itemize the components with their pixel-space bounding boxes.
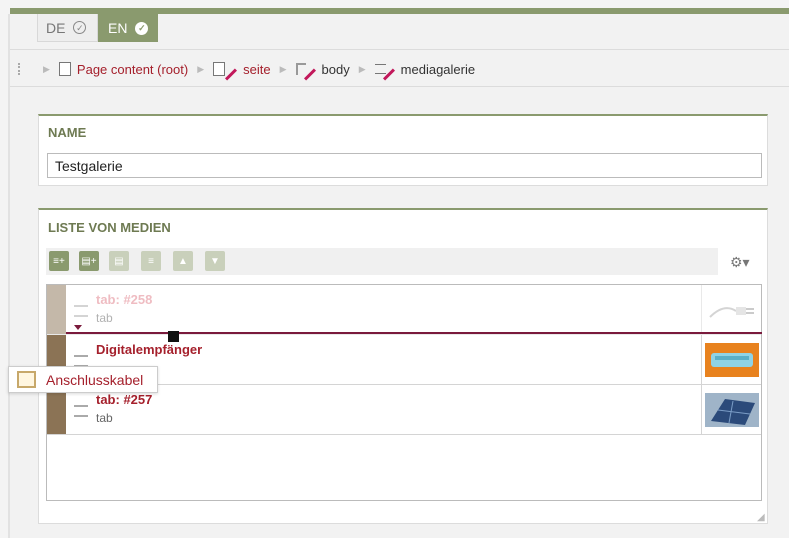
language-label: EN — [108, 20, 128, 36]
move-up-icon[interactable]: ▲ — [173, 251, 193, 271]
left-border — [8, 14, 10, 538]
list-edit-icon — [374, 64, 386, 74]
breadcrumb-item-body[interactable]: ▶ body — [271, 61, 350, 81]
page-edit-icon — [213, 62, 226, 76]
remove-icon[interactable]: ≡ — [141, 251, 161, 271]
item-title: tab: #257 — [96, 392, 153, 407]
chevron-right-icon: ▶ — [279, 63, 287, 74]
item-subtitle: tab — [96, 411, 113, 425]
page-stack-icon — [58, 62, 71, 76]
list-item[interactable]: tab: #258 tab — [47, 285, 761, 335]
divider — [10, 86, 789, 87]
move-down-icon[interactable]: ▼ — [205, 251, 225, 271]
drag-tooltip-label: Anschlusskabel — [46, 371, 144, 388]
language-tab-en[interactable]: EN ✓ — [98, 14, 158, 42]
drop-arrow-icon — [74, 325, 82, 330]
solar-panel-thumb — [701, 385, 761, 434]
chevron-right-icon: ▶ — [43, 63, 50, 74]
drag-tooltip: Anschlusskabel — [8, 366, 158, 393]
drag-handle-icon[interactable] — [74, 405, 88, 417]
add-new-icon[interactable]: ▤+ — [79, 251, 99, 271]
language-tab-de[interactable]: DE ✓ — [37, 14, 98, 42]
tree-edit-icon — [295, 63, 306, 75]
breadcrumb-item-mediagalerie[interactable]: ▶ mediagalerie — [350, 61, 476, 81]
breadcrumb-label: body — [321, 61, 350, 77]
breadcrumb: ▶ Page content (root) ▶ seite ▶ body ▶ m… — [18, 58, 476, 81]
pencil-icon — [225, 67, 238, 81]
panel-title: NAME — [48, 125, 87, 140]
check-circle-icon: ✓ — [135, 21, 149, 35]
breadcrumb-label: mediagalerie — [400, 61, 476, 77]
duplicate-icon[interactable]: ▤ — [109, 251, 129, 271]
tree-root-icon[interactable] — [18, 63, 30, 75]
receiver-device-thumb — [701, 335, 761, 384]
check-circle-icon: ✓ — [73, 21, 87, 34]
breadcrumb-item-root[interactable]: ▶ Page content (root) — [34, 62, 188, 77]
item-title: Digitalempfänger — [96, 342, 203, 357]
name-input[interactable]: Testgalerie — [47, 153, 762, 178]
chevron-right-icon: ▶ — [358, 63, 366, 74]
breadcrumb-item-seite[interactable]: ▶ seite — [188, 61, 271, 81]
add-item-icon[interactable]: ≡+ — [49, 251, 69, 271]
list-toolbar: ≡+ ▤+ ▤ ≡ ▲ ▼ — [46, 248, 718, 275]
panel-title: LISTE VON MEDIEN — [48, 220, 171, 235]
media-item-icon — [17, 371, 36, 388]
resize-grip-icon[interactable]: ◢ — [757, 512, 765, 523]
drag-handle-icon[interactable] — [74, 305, 88, 317]
breadcrumb-label: seite — [243, 61, 271, 77]
row-color-bar — [47, 285, 66, 334]
divider — [10, 49, 789, 50]
mouse-cursor-icon — [168, 331, 179, 342]
language-label: DE — [46, 19, 66, 36]
item-title: tab: #258 — [96, 292, 153, 307]
chevron-right-icon: ▶ — [197, 63, 205, 74]
item-subtitle: tab — [96, 311, 113, 325]
settings-gear-icon[interactable]: ⚙▾ — [730, 254, 750, 271]
breadcrumb-label: Page content (root) — [76, 61, 189, 77]
plug-cable-thumb — [701, 285, 761, 334]
